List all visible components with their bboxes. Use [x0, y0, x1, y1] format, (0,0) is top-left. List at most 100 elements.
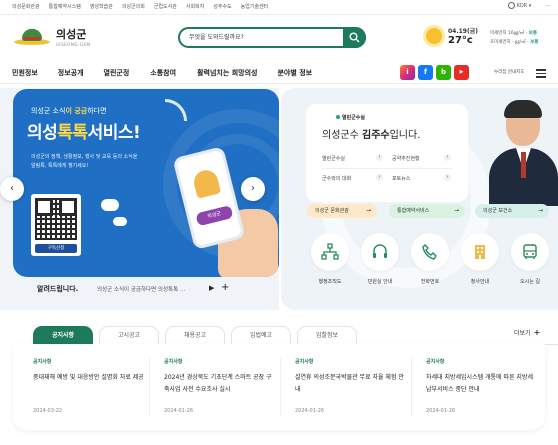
facebook-icon[interactable]: f — [418, 65, 433, 80]
logo-hat-icon — [14, 27, 50, 47]
tab-bidding[interactable]: 입찰정보 — [297, 326, 357, 344]
util-link[interactable]: 영성학습관 — [90, 3, 113, 10]
mayor-link-office[interactable]: 열린군수실 — [322, 155, 345, 162]
globe-icon — [507, 2, 515, 9]
notice-ticker: 알려드립니다. 의성군 소식이 궁금하다면 의성톡톡 … ▶ + — [13, 282, 279, 298]
util-link[interactable]: 농업기술센터 — [241, 3, 269, 10]
site-logo[interactable]: 의성군 UISEONG-GUN — [14, 26, 91, 47]
util-link[interactable]: 통합예약시스템 — [49, 3, 81, 10]
nav-item-civil[interactable]: 민원정보 — [12, 68, 38, 78]
news-title: 설연휴 의성조문국박물관 무료 자율 체험 안내 — [295, 374, 404, 393]
mayor-tag: 열린군수실 — [336, 114, 365, 121]
blog-icon[interactable]: b — [436, 65, 451, 80]
mayor-title: 의성군수 김주수입니다. — [322, 130, 421, 141]
weather-date: 04.19(금) — [448, 28, 478, 35]
logo-name: 의성군 — [56, 28, 87, 41]
mayor-panel: 열린군수실 의성군수 김주수입니다. 열린군수실 › 공약추진현황 › 군수와의… — [281, 88, 558, 310]
news-item[interactable]: 공지사항 2024년 경상북도 기초단계 스마트 공장 구축사업 사전 수요조사… — [154, 358, 284, 428]
tab-announcement[interactable]: 고시공고 — [99, 326, 159, 344]
fine-dust: 미세먼지 16㎍/㎥ - 보통 — [490, 31, 538, 36]
weather-temperature: 27°c — [448, 35, 473, 46]
news-title: 2024년 경상북도 기초단계 스마트 공장 구축사업 사전 수요조사 실시 — [164, 374, 272, 393]
pill-culture-tourism[interactable]: 의성군 문화관광 → — [307, 204, 377, 218]
search-box — [178, 27, 366, 48]
nav-item-participation[interactable]: 소통참여 — [150, 68, 176, 78]
youtube-icon[interactable]: ▶ — [454, 65, 469, 80]
mayor-link-pledge[interactable]: 공약추진현황 — [392, 155, 420, 162]
quick-label: 민원실 안내 — [367, 279, 393, 285]
notice-title: 알려드립니다. — [37, 285, 79, 293]
sitemap-link[interactable]: 누리집 안내지도 — [494, 69, 524, 75]
ultrafine-dust: 초미세먼지 - ㎍/㎥ - 보통 — [490, 40, 539, 45]
news-item[interactable]: 공지사항 차세대 지방세입시스템 개통에 따른 지방세 납부서비스 중단 안내 … — [416, 358, 546, 428]
quick-directions[interactable]: 오시는 길 — [505, 233, 555, 285]
subscribe-label[interactable]: 구독신청 — [35, 244, 77, 253]
util-link[interactable]: 의성군의회 — [122, 3, 145, 10]
weather-widget: 04.19(금) 27°c — [426, 26, 478, 46]
news-date: 2024-01-26 — [426, 408, 456, 414]
quick-civil-guide[interactable]: 민원실 안내 — [355, 233, 405, 285]
utility-right: KOR ▾ ··· — [507, 2, 550, 9]
search-button[interactable] — [343, 27, 366, 48]
pill-reservation[interactable]: 통합예약서비스 → — [389, 204, 465, 218]
news-item[interactable]: 공지사항 중대재해 예방 및 대응방안 설명회 자료 제공 2024-03-22 — [23, 358, 153, 428]
mayor-link-dialogue[interactable]: 군수와의 대화 — [322, 175, 351, 182]
util-link[interactable]: 사회복지 — [186, 3, 204, 10]
chevron-right-icon[interactable]: › — [376, 174, 383, 181]
mayor-portrait — [489, 96, 558, 206]
news-category: 공지사항 — [295, 359, 314, 365]
tab-notice[interactable]: 공지사항 — [33, 326, 93, 344]
quick-phone[interactable]: 전화번호 — [405, 233, 455, 285]
chat-bubble-icon — [113, 217, 127, 226]
mayor-link-photo[interactable]: 포토뉴스 — [392, 175, 410, 182]
search-icon — [349, 32, 360, 43]
building-icon — [475, 245, 485, 259]
search-input[interactable] — [189, 29, 339, 46]
news-date: 2024-01-26 — [295, 408, 325, 414]
quick-org-chart[interactable]: 행정조직도 — [305, 233, 355, 285]
news-category: 공지사항 — [33, 359, 52, 365]
notice-content[interactable]: 의성군 소식이 궁금하다면 의성톡톡 … — [97, 285, 185, 293]
tab-recruitment[interactable]: 채용공고 — [165, 326, 225, 344]
language-selector[interactable]: KOR ▾ — [507, 2, 531, 9]
banner-title: 의성톡톡서비스! — [27, 123, 141, 143]
quick-label: 오시는 길 — [520, 279, 540, 285]
logo-english: UISEONG-GUN — [56, 42, 91, 47]
util-link[interactable]: 군립도서관 — [154, 3, 177, 10]
menu-icon[interactable] — [536, 69, 546, 80]
qr-code-icon — [35, 198, 77, 240]
util-link[interactable]: 성주수도 — [213, 3, 231, 10]
main-nav: 민원정보 정보공개 열린군정 소통참여 활력넘치는 희망의성 분야별 정보 i … — [0, 60, 558, 84]
play-icon[interactable]: ▶ — [209, 284, 214, 292]
more-link[interactable]: 더보기 + — [514, 328, 540, 337]
phone-label: 의성군 — [195, 205, 234, 227]
quick-building[interactable]: 청사안내 — [455, 233, 505, 285]
news-item[interactable]: 공지사항 설연휴 의성조문국박물관 무료 자율 체험 안내 2024-01-26 — [285, 358, 415, 428]
util-link[interactable]: 의성문화관광 — [12, 3, 40, 10]
nav-item-field-info[interactable]: 분야별 정보 — [277, 68, 312, 78]
banner-next-button[interactable]: › — [241, 177, 265, 201]
banner-prev-button[interactable]: ‹ — [0, 177, 24, 201]
news-date: 2024-03-22 — [33, 408, 63, 414]
news-panel: 공지사항 중대재해 예방 및 대응방안 설명회 자료 제공 2024-03-22… — [13, 344, 545, 430]
chevron-right-icon[interactable]: › — [444, 174, 451, 181]
bell-icon — [191, 167, 222, 199]
news-category: 공지사항 — [426, 359, 445, 365]
nav-item-hope[interactable]: 활력넘치는 희망의성 — [197, 68, 257, 78]
plus-icon[interactable]: + — [221, 282, 229, 293]
chevron-right-icon[interactable]: › — [376, 154, 383, 161]
instagram-icon[interactable]: i — [400, 65, 415, 80]
chat-bubble-icon — [101, 199, 119, 211]
pill-health-center[interactable]: 의성군 보건소 → — [475, 204, 549, 218]
chevron-right-icon[interactable]: › — [444, 154, 451, 161]
mayor-card: 열린군수실 의성군수 김주수입니다. 열린군수실 › 공약추진현황 › 군수와의… — [306, 104, 468, 202]
bus-icon — [523, 244, 537, 259]
nav-item-open-admin[interactable]: 열린군정 — [104, 68, 130, 78]
utility-bar: 의성문화관광 통합예약시스템 영성학습관 의성군의회 군립도서관 사회복지 성주… — [0, 0, 558, 15]
sns-links: i f b ▶ — [400, 65, 469, 80]
dots-icon[interactable]: ··· — [545, 3, 550, 9]
banner-description: 의성군의 정책, 생활정보, 행사 및 교육 등의 소식을 알림톡, 톡톡에게 … — [31, 154, 138, 169]
nav-item-disclosure[interactable]: 정보공개 — [58, 68, 84, 78]
tab-legislation[interactable]: 입법예고 — [231, 326, 291, 344]
promo-banner[interactable]: 의성군 소식이 궁금하다면 의성톡톡서비스! 의성군의 정책, 생활정보, 행사… — [13, 89, 279, 277]
